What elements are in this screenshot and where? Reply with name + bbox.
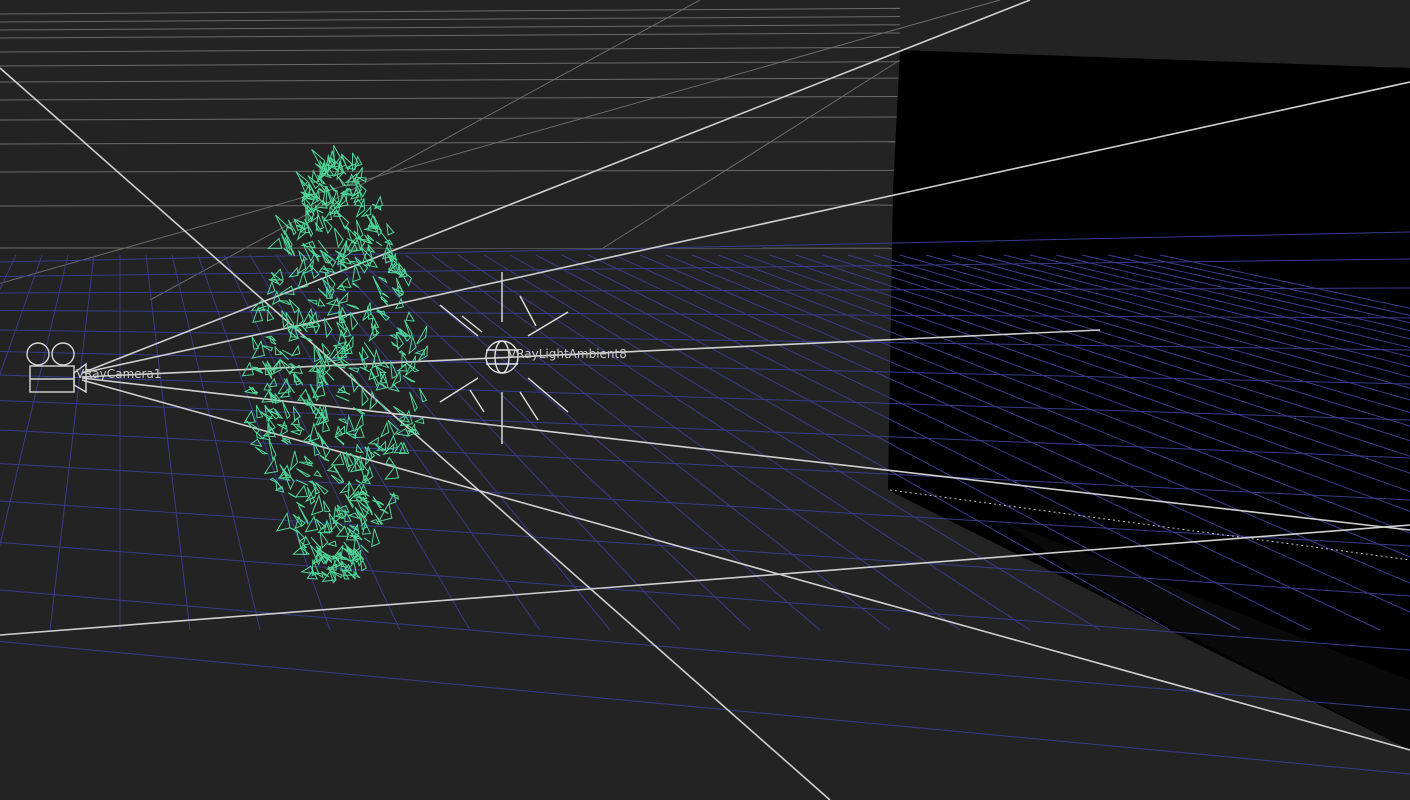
3d-viewport[interactable]: VRayCamera1 VRayLightAmbient8	[0, 0, 1410, 800]
camera-label: VRayCamera1	[76, 367, 161, 381]
light-label: VRayLightAmbient8	[508, 347, 627, 361]
